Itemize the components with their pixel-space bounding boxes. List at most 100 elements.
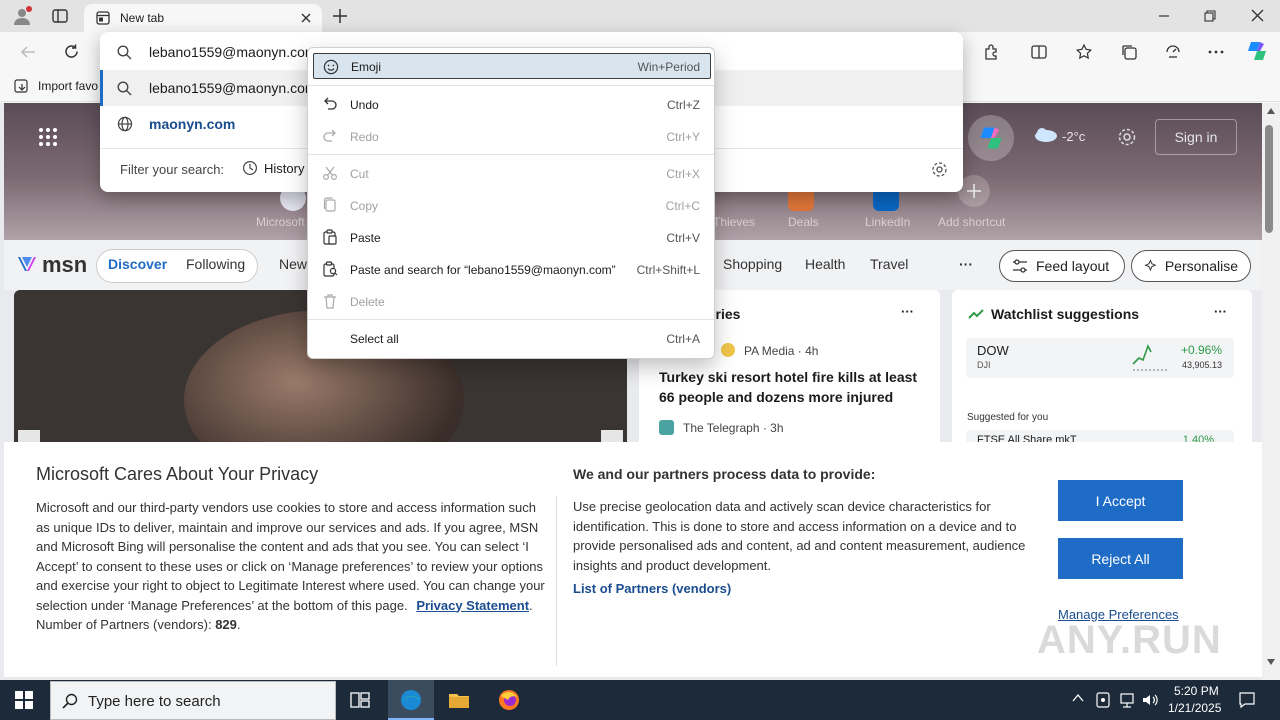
- menu-item-undo[interactable]: Undo Ctrl+Z: [308, 89, 714, 119]
- menu-item-label: Select all: [350, 332, 399, 346]
- favorites-star-icon[interactable]: [1075, 43, 1093, 61]
- new-tab-plus-icon[interactable]: [332, 8, 348, 24]
- newtab-icon: [96, 11, 110, 25]
- menu-item-label: Redo: [350, 130, 379, 144]
- search-settings-gear-icon[interactable]: [931, 161, 948, 178]
- address-input[interactable]: lebano1559@maonyn.com: [149, 44, 317, 60]
- feed-layout-button[interactable]: Feed layout: [999, 250, 1125, 282]
- ticker-row[interactable]: DOW DJI +0.96% 43,905.13: [966, 338, 1234, 378]
- menu-item-shortcut: Ctrl+Shift+L: [636, 263, 700, 277]
- nav-health[interactable]: Health: [805, 256, 845, 272]
- msn-butterfly-icon: [16, 253, 38, 275]
- firefox-icon[interactable]: [497, 688, 521, 712]
- taskbar-search-box[interactable]: Type here to search: [50, 681, 336, 720]
- back-icon[interactable]: [20, 44, 36, 60]
- nav-shopping[interactable]: Shopping: [723, 256, 782, 272]
- search-icon: [62, 693, 78, 709]
- watchlist-more-icon[interactable]: ···: [1214, 304, 1227, 319]
- menu-item-redo[interactable]: Redo Ctrl+Y: [308, 121, 714, 151]
- privacy-body-block: Microsoft and our third-party vendors us…: [36, 500, 545, 632]
- tray-chevron-icon[interactable]: [1072, 693, 1084, 703]
- title-bar: New tab: [0, 0, 1280, 32]
- ticker-sparkline: [1132, 342, 1168, 372]
- stories-more-icon[interactable]: ···: [901, 304, 914, 319]
- menu-item-shortcut: Ctrl+C: [665, 199, 700, 213]
- taskbar-edge-active[interactable]: [388, 680, 434, 720]
- emoji-icon: [323, 59, 339, 75]
- menu-item-label: Cut: [350, 167, 369, 181]
- history-label: History: [264, 160, 305, 176]
- globe-icon: [117, 116, 133, 132]
- file-explorer-icon[interactable]: [447, 688, 471, 712]
- filter-label: Filter your search:: [120, 162, 225, 177]
- scroll-down-icon[interactable]: [1267, 659, 1275, 665]
- privacy-statement-link[interactable]: Privacy Statement: [416, 598, 529, 613]
- menu-item-cut[interactable]: Cut Ctrl+X: [308, 158, 714, 188]
- nav-news[interactable]: New: [279, 256, 307, 272]
- menu-item-paste-and-search[interactable]: Paste and search for “lebano1559@maonyn.…: [308, 254, 714, 284]
- close-window-icon[interactable]: [1251, 9, 1264, 22]
- ticker-change: +0.96%: [1180, 343, 1222, 357]
- undo-icon: [322, 96, 338, 112]
- task-view-icon[interactable]: [350, 691, 370, 709]
- partners-list-link[interactable]: List of Partners (vendors): [573, 581, 731, 596]
- copilot-icon[interactable]: [1245, 39, 1269, 63]
- clock-time[interactable]: 5:20 PM: [1174, 684, 1219, 698]
- tab-actions-icon[interactable]: [52, 8, 68, 24]
- clock-date[interactable]: 1/21/2025: [1168, 701, 1221, 715]
- minimize-icon[interactable]: [1158, 10, 1170, 22]
- scrollbar-thumb[interactable]: [1265, 125, 1273, 233]
- import-favorites-link[interactable]: Import favo: [38, 79, 98, 93]
- personalise-button[interactable]: Personalise: [1131, 250, 1251, 282]
- menu-separator: [308, 319, 714, 320]
- msn-logo[interactable]: msn: [42, 252, 87, 278]
- performance-icon[interactable]: [1164, 43, 1182, 61]
- reject-all-button[interactable]: Reject All: [1058, 538, 1183, 579]
- menu-separator: [308, 85, 714, 86]
- menu-item-delete[interactable]: Delete: [308, 286, 714, 316]
- scroll-up-icon[interactable]: [1267, 108, 1275, 114]
- extensions-icon[interactable]: [983, 43, 1001, 61]
- nav-more[interactable]: ···: [959, 256, 973, 272]
- sliders-icon: [1013, 259, 1027, 273]
- settings-gear-icon[interactable]: [1117, 127, 1137, 147]
- windows-start-icon[interactable]: [15, 691, 33, 709]
- menu-item-shortcut: Ctrl+Y: [666, 130, 700, 144]
- menu-item-paste[interactable]: Paste Ctrl+V: [308, 222, 714, 252]
- menu-item-copy[interactable]: Copy Ctrl+C: [308, 190, 714, 220]
- more-menu-icon[interactable]: [1207, 43, 1225, 61]
- shortcut-label: Microsoft: [256, 215, 305, 229]
- notifications-icon[interactable]: [1238, 691, 1256, 709]
- menu-item-select-all[interactable]: Select all Ctrl+A: [308, 323, 714, 353]
- history-filter-button[interactable]: History: [242, 160, 304, 176]
- suggestion-text: lebano1559@maonyn.com: [149, 80, 317, 96]
- partners-prefix: Number of Partners (vendors):: [36, 617, 212, 632]
- network-icon[interactable]: [1118, 691, 1136, 709]
- process-body: Use precise geolocation data and activel…: [573, 499, 1026, 573]
- menu-item-label: Emoji: [351, 60, 382, 74]
- nav-discover[interactable]: Discover: [108, 256, 167, 272]
- refresh-icon[interactable]: [63, 43, 80, 60]
- device-icon[interactable]: [1095, 691, 1111, 709]
- volume-icon[interactable]: [1141, 691, 1159, 709]
- copilot-hero-button[interactable]: [968, 115, 1014, 161]
- menu-item-label: Undo: [350, 98, 379, 112]
- privacy-title: Microsoft Cares About Your Privacy: [36, 464, 319, 484]
- weather-cloud-icon: [1032, 127, 1058, 143]
- profile-icon[interactable]: [12, 6, 32, 26]
- nav-following[interactable]: Following: [186, 256, 245, 272]
- menu-item-emoji[interactable]: Emoji Win+Period: [313, 53, 711, 79]
- collections-icon[interactable]: [1120, 43, 1138, 61]
- story-headline[interactable]: Turkey ski resort hotel fire kills at le…: [659, 367, 919, 407]
- split-screen-icon[interactable]: [1030, 43, 1048, 61]
- weather-temp[interactable]: -2°c: [1062, 129, 1085, 144]
- close-tab-icon[interactable]: [300, 12, 312, 24]
- ticker-sub: DJI: [977, 360, 991, 370]
- accept-button[interactable]: I Accept: [1058, 480, 1183, 521]
- restore-icon[interactable]: [1204, 10, 1216, 22]
- suggested-label: Suggested for you: [967, 412, 1049, 423]
- tab-new-tab[interactable]: New tab: [84, 4, 322, 32]
- nav-travel[interactable]: Travel: [870, 256, 908, 272]
- sign-in-button[interactable]: Sign in: [1155, 119, 1237, 155]
- app-launcher-icon[interactable]: [38, 127, 58, 147]
